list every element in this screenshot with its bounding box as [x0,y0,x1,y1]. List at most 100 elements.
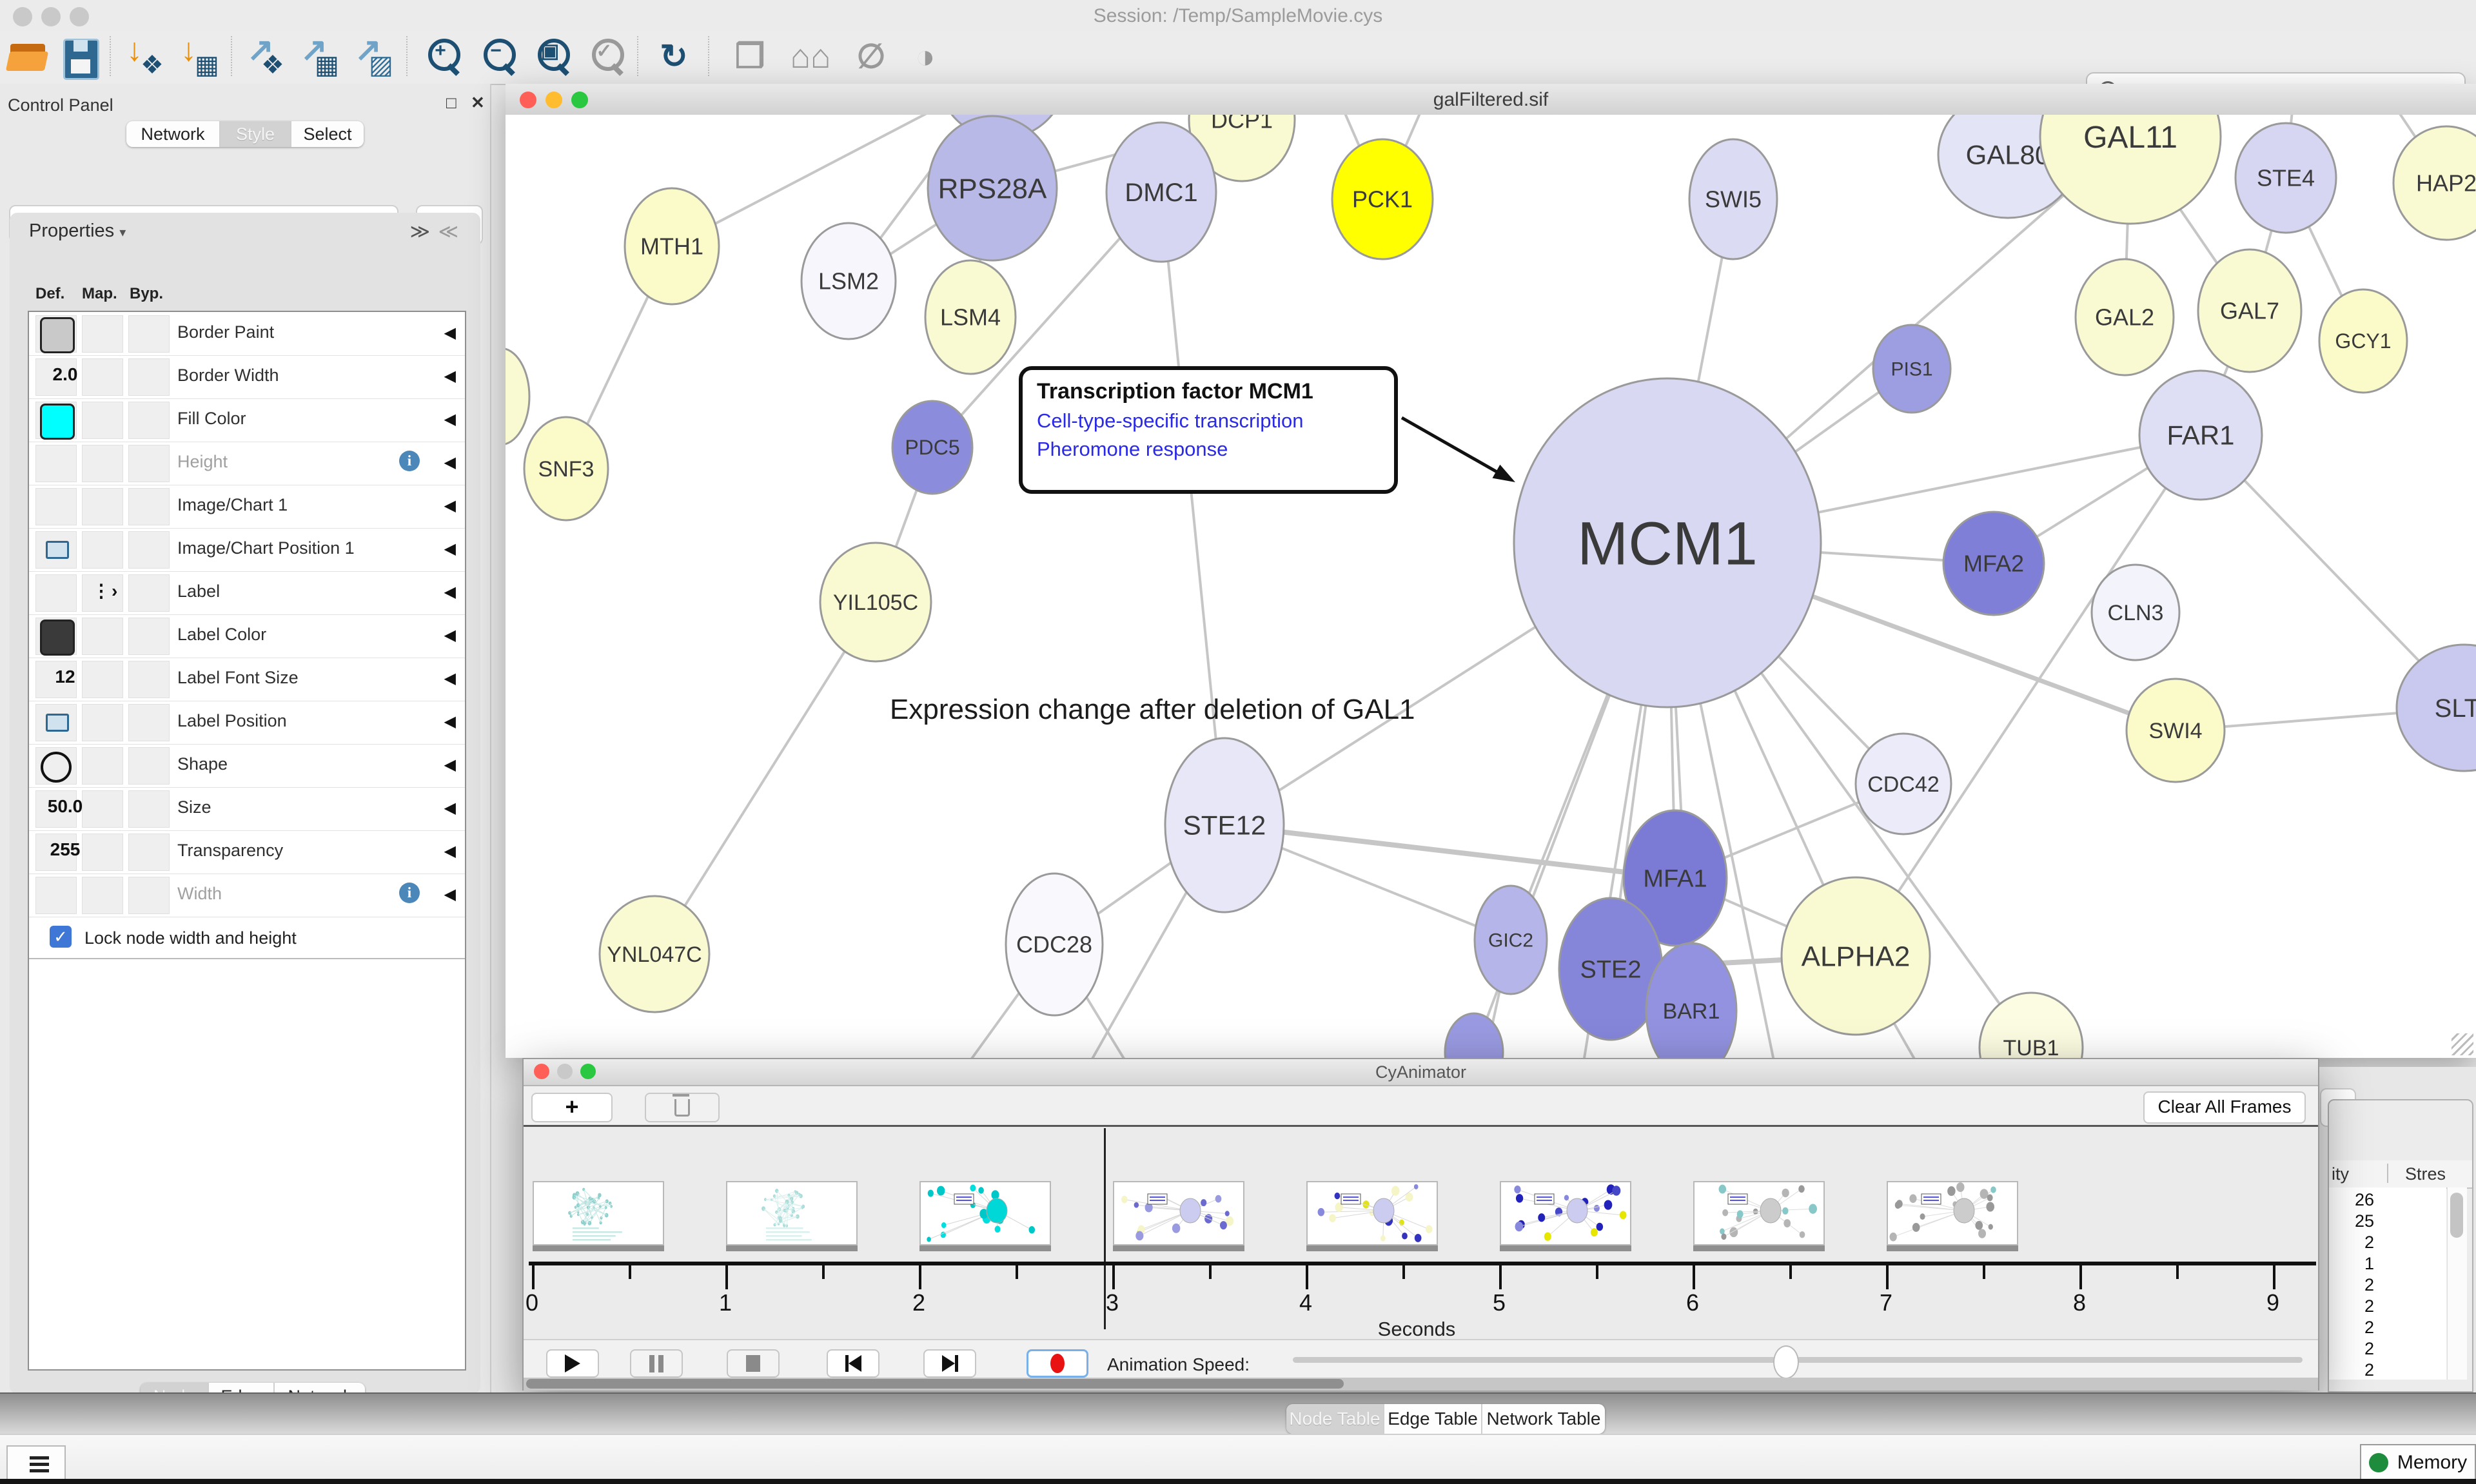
expand-property-icon[interactable]: ◀ [444,410,456,429]
save-session-icon[interactable] [57,34,102,80]
show-panel-icon[interactable]: ◑ [903,34,948,80]
property-row-shape[interactable]: Shape◀ [29,744,465,788]
bypass-cell[interactable] [128,618,170,655]
node-hap2[interactable]: HAP2 [2393,126,2476,240]
destroy-network-icon[interactable]: ❒ [727,34,772,80]
node-swi5[interactable]: SWI5 [1689,139,1777,259]
node-gic2[interactable]: GIC2 [1475,886,1547,994]
frame-thumbnail-2[interactable] [919,1181,1051,1245]
collapse-all-icon[interactable]: ≪ [438,220,458,243]
lock-size-checkbox[interactable]: ✓ [50,926,72,948]
mapping-cell[interactable] [82,747,123,785]
node-mfa2[interactable]: MFA2 [1943,512,2044,615]
table-cell[interactable]: 2 [2329,1360,2374,1380]
frame-thumbnail-5[interactable] [1500,1181,1631,1245]
node-edgey[interactable] [506,348,529,445]
frame-thumbnail-4[interactable] [1306,1181,1438,1245]
default-cell[interactable] [35,488,77,525]
node-cln3[interactable]: CLN3 [2092,565,2179,660]
mapping-cell[interactable] [82,531,123,569]
expand-property-icon[interactable]: ◀ [444,669,456,688]
hide-panel-icon[interactable]: ∅ [849,34,894,80]
stop-button[interactable] [727,1349,780,1378]
bypass-cell[interactable] [128,834,170,871]
node-ste4[interactable]: STE4 [2235,123,2336,233]
table-cell[interactable]: 2 [2329,1339,2374,1359]
clear-all-frames-button[interactable]: Clear All Frames [2143,1091,2306,1124]
default-cell[interactable] [35,445,77,482]
mapping-cell[interactable] [82,315,123,353]
mapping-cell[interactable] [82,704,123,741]
default-cell[interactable] [35,574,77,612]
expand-property-icon[interactable]: ◀ [444,583,456,601]
property-row-label-color[interactable]: Label Color◀ [29,614,465,658]
property-row-label-font-size[interactable]: 12Label Font Size◀ [29,658,465,701]
mapping-cell[interactable] [82,445,123,482]
frame-thumbnail-1[interactable] [726,1181,858,1245]
import-network-icon[interactable]: ↓❖ [121,34,166,80]
cyanimator-hscrollbar[interactable] [524,1378,2318,1391]
bypass-cell[interactable] [128,358,170,396]
export-image-icon[interactable]: ↗▨ [349,34,395,80]
default-value[interactable]: 2.0 [37,364,93,385]
network-overview-icon[interactable]: ⌂⌂ [788,34,833,80]
table-cell[interactable]: 26 [2329,1190,2374,1210]
network-window-titlebar[interactable]: galFiltered.sif [506,84,2476,116]
default-cell[interactable] [35,877,77,914]
node-lsm4[interactable]: LSM4 [925,260,1016,374]
property-row-size[interactable]: 50.0Size◀ [29,787,465,831]
zoom-fit-icon[interactable]: ▣ [530,34,575,80]
node-far1[interactable]: FAR1 [2139,371,2262,500]
ellipse-shape-icon[interactable] [41,752,72,783]
tab-network-table[interactable]: Network Table [1482,1404,1605,1434]
speed-slider-thumb[interactable] [1773,1345,1799,1379]
table-cell[interactable]: 2 [2329,1275,2374,1295]
node-ynl047c[interactable]: YNL047C [600,896,709,1012]
expand-property-icon[interactable]: ◀ [444,496,456,515]
frame-thumbnail-0[interactable] [533,1181,664,1245]
node-gcy1[interactable]: GCY1 [2319,289,2407,393]
expand-all-icon[interactable]: ≫ [410,220,430,243]
bypass-cell[interactable] [128,445,170,482]
property-row-height[interactable]: Heighti◀ [29,442,465,485]
bypass-cell[interactable] [128,315,170,353]
table-cell[interactable]: 2 [2329,1318,2374,1338]
previous-frame-button[interactable] [827,1349,879,1378]
node-gal7[interactable]: GAL7 [2198,249,2301,372]
node-swi4[interactable]: SWI4 [2127,679,2225,782]
record-button[interactable] [1027,1349,1088,1378]
tab-edge-table[interactable]: Edge Table [1384,1404,1482,1434]
expand-property-icon[interactable]: ◀ [444,842,456,861]
default-value[interactable]: 255 [37,839,93,860]
column-separator[interactable] [2387,1164,2388,1183]
next-frame-button[interactable] [923,1349,976,1378]
zoom-in-icon[interactable]: + [420,34,466,80]
expand-property-icon[interactable]: ◀ [444,885,456,904]
node-mth1[interactable]: MTH1 [625,188,719,304]
color-swatch[interactable] [40,317,75,353]
node-rps28a[interactable]: RPS28A [928,116,1057,260]
node-snf3[interactable]: SNF3 [524,417,608,520]
tab-select[interactable]: Select [291,121,364,147]
property-row-image-chart-position-1[interactable]: Image/Chart Position 1◀ [29,528,465,572]
bypass-cell[interactable] [128,877,170,914]
memory-button[interactable]: Memory [2360,1444,2476,1481]
node-gal11[interactable]: GAL11 [2040,115,2221,224]
property-row-width[interactable]: Widthi◀ [29,874,465,917]
cyanimator-titlebar[interactable]: CyAnimator [524,1059,2318,1086]
node-mcm1[interactable]: MCM1 [1514,378,1821,707]
node-slt2[interactable]: SLT2 [2397,645,2476,771]
resize-grip[interactable] [2451,1033,2473,1055]
property-row-border-width[interactable]: 2.0Border Width◀ [29,355,465,399]
frame-thumbnail-7[interactable] [1887,1181,2018,1245]
color-swatch[interactable] [40,404,75,440]
close-panel-icon[interactable]: ✕ [471,93,485,113]
network-graph[interactable]: RPS28BDCP1RPS28ADMC1PCK1SWI5MTH1LSM2LSM4… [506,115,2476,1058]
default-value[interactable]: 12 [37,667,93,687]
node-ste12[interactable]: STE12 [1165,738,1284,912]
bypass-cell[interactable] [128,574,170,612]
mapping-cell[interactable] [82,402,123,439]
expand-property-icon[interactable]: ◀ [444,626,456,645]
property-row-label[interactable]: ⋮›Label◀ [29,571,465,615]
expand-property-icon[interactable]: ◀ [444,756,456,774]
